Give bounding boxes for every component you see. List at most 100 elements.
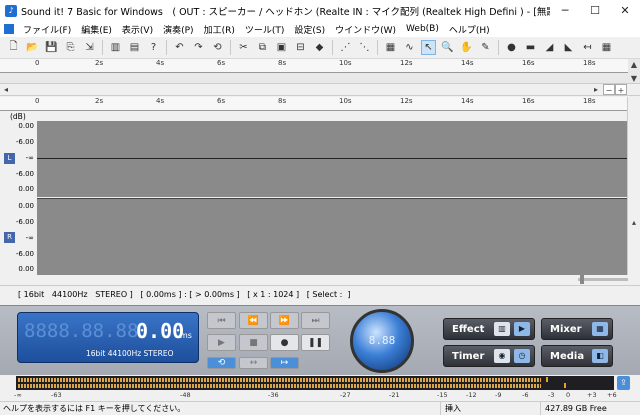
context-help-icon[interactable]: ? <box>146 40 161 55</box>
redo-icon[interactable]: ↷ <box>191 40 206 55</box>
spectrum-icon[interactable]: ▦ <box>383 40 398 55</box>
menu-play[interactable]: 演奏(P) <box>158 23 198 36</box>
lcd-ghost-digits: 8888.88.88 <box>24 320 139 342</box>
trim-icon[interactable]: ⊟ <box>293 40 308 55</box>
cursor-tool-icon[interactable]: ↖ <box>421 40 436 55</box>
go-to-end-button[interactable]: ⏭ <box>301 312 330 329</box>
record-circle-icon[interactable]: ● <box>504 40 519 55</box>
toolbar-separator <box>230 40 231 55</box>
loop-button[interactable]: ⟲ <box>207 357 236 369</box>
db-label: -6.00 <box>15 218 34 226</box>
selection-info: [ 16bit 44100Hz STEREO ] [ 0.00ms ] : [ … <box>0 286 640 304</box>
scroll-right-button[interactable]: ▸ <box>590 84 602 95</box>
ruler-label: 2s <box>95 97 104 105</box>
grid-icon[interactable]: ▦ <box>599 40 614 55</box>
play-button[interactable]: ▶ <box>207 334 236 351</box>
toolbar-separator <box>332 40 333 55</box>
close-button[interactable]: ✕ <box>610 0 640 21</box>
fade-in-icon[interactable]: ⋰ <box>338 40 353 55</box>
rewind-button[interactable]: ⏪ <box>239 312 268 329</box>
meter-scale-label: -9 <box>495 391 502 399</box>
zoom-out-button[interactable]: − <box>603 84 615 95</box>
ruler-label: 0 <box>35 97 40 105</box>
save-icon[interactable]: 💾 <box>44 40 59 55</box>
range-button[interactable]: ↔ <box>239 357 268 369</box>
menu-settings[interactable]: 設定(S) <box>289 23 330 36</box>
lcd-time: 0.00 <box>136 319 185 343</box>
repeat-icon[interactable]: ⟲ <box>210 40 225 55</box>
meter-scale-label: +3 <box>587 391 597 399</box>
db-unit-label: (dB) <box>10 112 26 121</box>
media-button[interactable]: Media ◧ <box>541 345 613 367</box>
toolbar-separator <box>102 40 103 55</box>
ruler-label: 10s <box>339 97 352 105</box>
stop-button[interactable]: ■ <box>239 334 268 351</box>
ruler-label: 6s <box>217 97 226 105</box>
delete-icon[interactable]: ◆ <box>312 40 327 55</box>
menu-help[interactable]: ヘルプ(H) <box>444 23 495 36</box>
info-icon[interactable]: ▤ <box>127 40 142 55</box>
zoom-slider-thumb[interactable] <box>580 275 584 284</box>
waveform-channel-left[interactable] <box>37 121 627 197</box>
record-button[interactable]: ● <box>270 334 299 351</box>
db-label: 0.00 <box>18 265 34 273</box>
meter-settings-button[interactable]: ⇪ <box>617 376 630 390</box>
level-meter-right <box>18 384 541 388</box>
ruler-label: 0 <box>35 59 40 67</box>
volume-knob[interactable]: 8.88 <box>350 309 414 373</box>
overview-scroll-down-button[interactable]: ▼ <box>628 73 640 83</box>
slope-up-icon[interactable]: ◢ <box>542 40 557 55</box>
channel-right-label[interactable]: R <box>4 232 15 243</box>
level-icon[interactable]: ▬ <box>523 40 538 55</box>
paste-icon[interactable]: ▣ <box>274 40 289 55</box>
new-file-icon[interactable]: 🗋 <box>6 40 21 55</box>
menu-view[interactable]: 表示(V) <box>117 23 158 36</box>
menu-file[interactable]: ファイル(F) <box>18 23 76 36</box>
save-as-icon[interactable]: ⎘ <box>63 40 78 55</box>
menu-web[interactable]: Web(B) <box>401 24 444 34</box>
pause-button[interactable]: ❚❚ <box>301 334 330 351</box>
mixer-button[interactable]: Mixer ▦ <box>541 318 613 340</box>
undo-icon[interactable]: ↶ <box>172 40 187 55</box>
effect-button[interactable]: Effect ▥ ▶ <box>443 318 535 340</box>
zoom-tool-icon[interactable]: 🔍 <box>440 40 455 55</box>
overview-panel[interactable]: 0 2s 4s 6s 8s 10s 12s 14s 16s 18s ▲ ▼ <box>0 59 640 83</box>
cut-icon[interactable]: ✂ <box>236 40 251 55</box>
hand-tool-icon[interactable]: ✋ <box>459 40 474 55</box>
db-gutter: (dB) 0.00 -6.00 -∞ -6.00 0.00 L 0.00 -6.… <box>0 111 37 275</box>
follow-button[interactable]: ↦ <box>270 357 299 369</box>
maximize-button[interactable]: ☐ <box>580 0 610 21</box>
center-line <box>37 158 627 159</box>
menu-process[interactable]: 加工(R) <box>199 23 240 36</box>
properties-icon[interactable]: ▥ <box>108 40 123 55</box>
vertical-scrollbar[interactable]: ▴ <box>627 97 640 275</box>
waveform-icon[interactable]: ∿ <box>402 40 417 55</box>
open-folder-icon[interactable]: 📂 <box>25 40 40 55</box>
channel-left-label[interactable]: L <box>4 153 15 164</box>
minimize-button[interactable]: ─ <box>550 0 580 21</box>
horizontal-scrollbar[interactable]: ◂ ▸ − + <box>0 83 640 96</box>
scroll-up-button[interactable]: ▴ <box>628 217 640 228</box>
export-icon[interactable]: ⇲ <box>82 40 97 55</box>
knob-value: 8.88 <box>368 334 396 347</box>
lcd-format: 16bit 44100Hz STEREO <box>86 349 174 358</box>
fast-forward-button[interactable]: ⏩ <box>270 312 299 329</box>
overview-scroll-up-button[interactable]: ▲ <box>628 59 640 73</box>
copy-icon[interactable]: ⧉ <box>255 40 270 55</box>
document-icon[interactable] <box>4 24 14 34</box>
menu-tools[interactable]: ツール(T) <box>240 23 290 36</box>
timer-label: Timer <box>452 350 485 362</box>
pencil-tool-icon[interactable]: ✎ <box>478 40 493 55</box>
scroll-left-button[interactable]: ◂ <box>0 84 12 95</box>
marker-icon[interactable]: ↤ <box>580 40 595 55</box>
slope-down-icon[interactable]: ◣ <box>561 40 576 55</box>
waveform-channel-right[interactable] <box>37 198 627 275</box>
menu-edit[interactable]: 編集(E) <box>76 23 117 36</box>
timer-button[interactable]: Timer ◉ ◷ <box>443 345 535 367</box>
go-to-start-button[interactable]: ⏮ <box>207 312 236 329</box>
zoom-slider[interactable] <box>578 278 628 281</box>
menu-window[interactable]: ウインドウ(W) <box>330 23 401 36</box>
zoom-in-button[interactable]: + <box>615 84 627 95</box>
overview-ruler: 0 2s 4s 6s 8s 10s 12s 14s 16s 18s <box>0 59 628 73</box>
fade-out-icon[interactable]: ⋱ <box>357 40 372 55</box>
